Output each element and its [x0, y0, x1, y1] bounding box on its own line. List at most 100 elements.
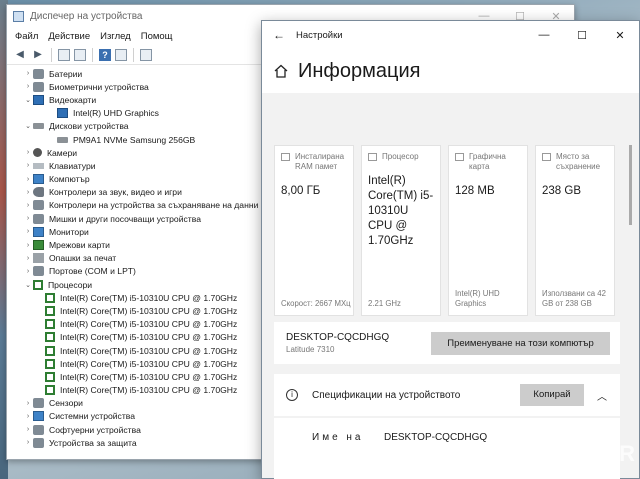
device-name-panel: DESKTOP-CQCDHGQ Latitude 7310 Преименува…: [274, 322, 620, 364]
chevron-right-icon[interactable]: ›: [23, 426, 33, 433]
maximize-button[interactable]: ☐: [563, 29, 601, 42]
menu-file[interactable]: Файл: [15, 31, 38, 42]
chevron-right-icon[interactable]: ›: [23, 83, 33, 90]
scan-hardware-icon[interactable]: [140, 48, 152, 61]
ram-label: Инсталирана RAM памет: [295, 152, 345, 171]
cpu-value: Intel(R) Core(TM) i5-10310U CPU @ 1.70GH…: [368, 175, 434, 247]
cpu-device-icon: [45, 371, 55, 382]
ram-value: 8,00 ГБ: [281, 185, 321, 197]
cam-device-icon: [33, 148, 42, 158]
chevron-right-icon[interactable]: ›: [23, 176, 33, 183]
forward-arrow-icon[interactable]: ▶: [31, 48, 45, 62]
tree-item-label: Intel(R) Core(TM) i5-10310U CPU @ 1.70GH…: [60, 385, 238, 396]
chevron-right-icon[interactable]: ›: [23, 149, 33, 156]
tree-item-label: Intel(R) Core(TM) i5-10310U CPU @ 1.70GH…: [60, 358, 238, 369]
gen-device-icon: [33, 200, 44, 211]
disk-device-icon: [33, 123, 44, 130]
gen-device-icon: [33, 81, 44, 92]
ram-card: Инсталирана RAM памет 8,00 ГБ Скорост: 2…: [274, 145, 354, 316]
print-device-icon: [33, 253, 44, 264]
chevron-right-icon[interactable]: ›: [23, 215, 33, 222]
device-specs-header[interactable]: i Спецификации на устройството Копирай ︿: [274, 374, 620, 416]
chevron-down-icon[interactable]: ⌄: [23, 96, 33, 104]
tree-item-label: Мишки и други посочващи устройства: [49, 213, 201, 224]
chevron-right-icon[interactable]: ›: [23, 228, 33, 235]
tree-item-label: Контролери за звук, видео и игри: [49, 187, 182, 198]
menu-help[interactable]: Помощ: [141, 31, 173, 42]
cpu-card: Процесор Intel(R) Core(TM) i5-10310U CPU…: [361, 145, 441, 316]
tree-item-label: Intel(R) Core(TM) i5-10310U CPU @ 1.70GH…: [60, 292, 238, 303]
cpu-device-icon: [33, 279, 43, 290]
gpu-icon: [455, 153, 464, 161]
chevron-up-icon[interactable]: ︿: [584, 388, 620, 403]
chevron-right-icon[interactable]: ›: [23, 255, 33, 262]
chevron-right-icon[interactable]: ›: [23, 268, 33, 275]
settings-window: ← Настройки — ☐ ✕ Информация Инсталирана…: [261, 20, 640, 479]
properties-icon[interactable]: [58, 48, 70, 61]
device-manager-icon: [13, 10, 24, 22]
mon-device-icon: [33, 174, 44, 185]
chevron-down-icon[interactable]: ⌄: [23, 122, 33, 130]
home-icon[interactable]: [274, 64, 288, 78]
chevron-right-icon[interactable]: ›: [23, 400, 33, 407]
tree-item-label: Intel(R) Core(TM) i5-10310U CPU @ 1.70GH…: [60, 332, 238, 343]
cpu-device-icon: [45, 385, 55, 396]
chevron-right-icon[interactable]: ›: [23, 189, 33, 196]
tree-item-label: Intel(R) Core(TM) i5-10310U CPU @ 1.70GH…: [60, 345, 238, 356]
tree-item-label: Компютър: [49, 174, 90, 185]
dm-title: Диспечер на устройства: [30, 10, 143, 22]
chevron-right-icon[interactable]: ›: [23, 202, 33, 209]
storage-card: Място за съхранение 238 GB Използвани са…: [535, 145, 615, 316]
gpu-card: Графична карта 128 MB Intel(R) UHD Graph…: [448, 145, 528, 316]
menu-action[interactable]: Действие: [48, 31, 90, 42]
back-arrow-icon[interactable]: ←: [262, 28, 296, 42]
tree-item-label: Монитори: [49, 226, 89, 237]
chevron-right-icon[interactable]: ›: [23, 439, 33, 446]
list-view-icon[interactable]: [74, 48, 86, 61]
gen-device-icon: [33, 213, 44, 224]
chevron-right-icon[interactable]: ›: [23, 70, 33, 77]
watermark: BAZAR: [554, 441, 636, 466]
ram-speed: Скорост: 2667 МХц: [281, 299, 351, 308]
tree-item-label: PM9A1 NVMe Samsung 256GB: [73, 134, 196, 145]
minimize-button[interactable]: —: [525, 29, 563, 42]
tree-item-label: Клавиатури: [49, 160, 96, 171]
cpu-device-icon: [45, 332, 55, 343]
scrollbar[interactable]: [629, 145, 632, 225]
gen-device-icon: [33, 437, 44, 448]
chevron-down-icon[interactable]: ⌄: [23, 281, 33, 289]
gen-device-icon: [33, 424, 44, 435]
mon-device-icon: [33, 411, 44, 422]
menu-view[interactable]: Изглед: [100, 31, 131, 42]
close-button[interactable]: ✕: [601, 29, 639, 42]
cpu-device-icon: [45, 305, 55, 316]
mon-device-icon: [33, 226, 44, 237]
chevron-right-icon[interactable]: ›: [23, 162, 33, 169]
cpu-device-icon: [45, 358, 55, 369]
details-icon[interactable]: [115, 48, 127, 61]
gpu-label: Графична карта: [469, 152, 506, 171]
tree-item-label: Системни устройства: [49, 411, 136, 422]
chevron-right-icon[interactable]: ›: [23, 242, 33, 249]
page-title: Информация: [298, 59, 421, 82]
info-icon: i: [286, 389, 298, 401]
specs-title: Спецификации на устройството: [312, 389, 461, 401]
back-arrow-icon[interactable]: ◀: [13, 48, 27, 62]
tree-item-label: Intel(R) Core(TM) i5-10310U CPU @ 1.70GH…: [60, 371, 238, 382]
device-model: Latitude 7310: [286, 345, 335, 354]
cpu-device-icon: [45, 319, 55, 330]
settings-titlebar: ← Настройки — ☐ ✕: [262, 21, 639, 49]
tree-item-label: Камери: [47, 147, 78, 158]
copy-button[interactable]: Копирай: [520, 384, 584, 406]
help-icon[interactable]: ?: [99, 48, 111, 61]
tree-item-label: Сензори: [49, 398, 83, 409]
snd-device-icon: [33, 187, 44, 198]
rename-pc-button[interactable]: Преименуване на този компютър: [431, 331, 610, 355]
tree-item-label: Intel(R) Core(TM) i5-10310U CPU @ 1.70GH…: [60, 319, 238, 330]
cpu-device-icon: [45, 345, 55, 356]
gen-device-icon: [33, 398, 44, 409]
gen-device-icon: [33, 68, 44, 79]
disp-device-icon: [57, 108, 68, 119]
chevron-right-icon[interactable]: ›: [23, 413, 33, 420]
settings-title: Настройки: [296, 29, 343, 41]
